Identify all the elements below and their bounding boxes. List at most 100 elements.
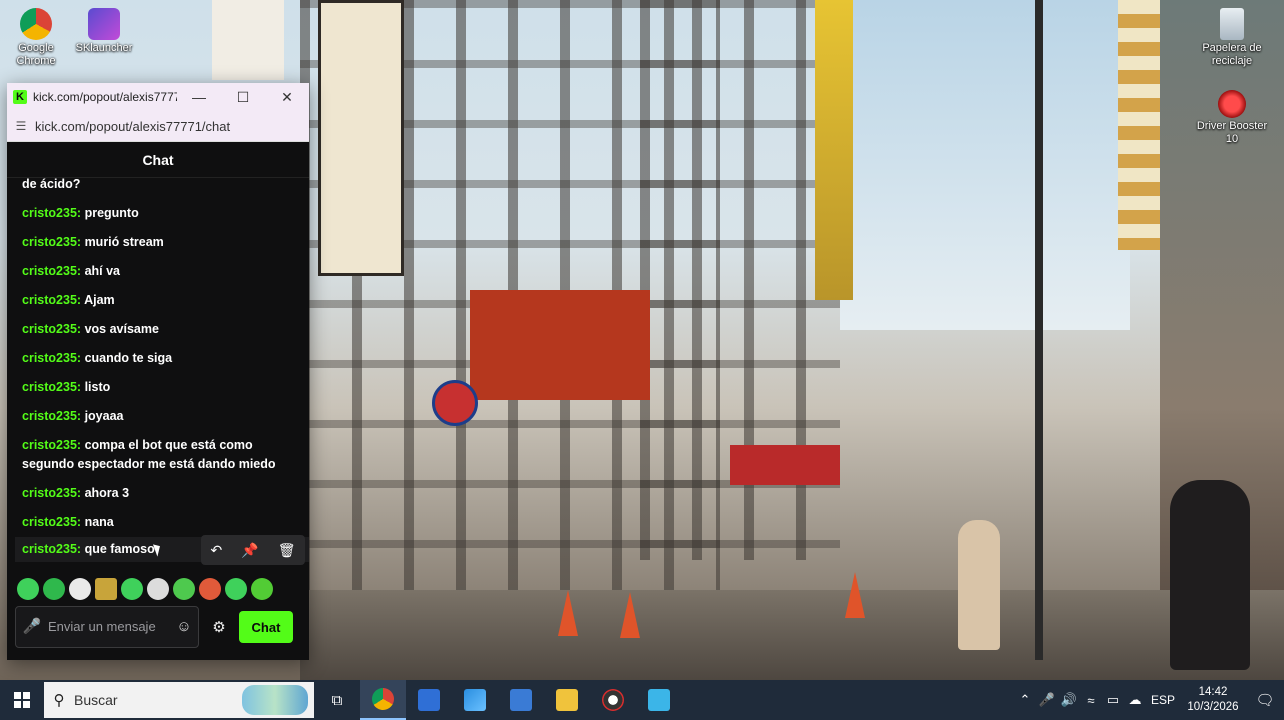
desktop-icon-chrome[interactable]: Google Chrome <box>0 8 72 68</box>
message-text: vos avísame <box>84 322 159 336</box>
message-username[interactable]: cristo235 <box>22 409 77 423</box>
emote-icon[interactable] <box>147 578 169 600</box>
battery-icon[interactable]: ▭ <box>1102 692 1124 708</box>
message-username[interactable]: cristo235 <box>22 351 77 365</box>
gear-icon: ⚙ <box>212 619 226 636</box>
emoji-picker-icon[interactable]: ☺ <box>170 619 198 634</box>
app-icon <box>510 689 532 711</box>
chat-message: cristo235: pregunto <box>22 204 292 223</box>
desktop-icon-label: SKlauncher <box>75 42 133 54</box>
message-text: pregunto <box>84 206 139 220</box>
taskbar-search-box[interactable]: ⚲ Buscar <box>44 682 314 718</box>
message-username[interactable]: cristo235 <box>22 542 77 556</box>
message-username[interactable]: cristo235 <box>22 235 77 249</box>
taskbar-clock[interactable]: 14:42 10/3/2026 <box>1180 685 1246 715</box>
microphone-icon[interactable]: 🎤 <box>1036 692 1058 708</box>
message-separator: : <box>76 409 82 423</box>
send-chat-button[interactable]: Chat <box>239 611 293 643</box>
message-username[interactable]: cristo235 <box>22 293 77 307</box>
wifi-icon[interactable]: ≈ <box>1080 693 1102 708</box>
message-text: Ajam <box>84 293 115 307</box>
recycle-bin-icon <box>1220 8 1244 40</box>
message-username[interactable]: cristo235 <box>22 515 77 529</box>
address-bar[interactable]: ☰ kick.com/popout/alexis77771/chat <box>7 111 309 142</box>
desktop-icon-label: Driver Booster 10 <box>1196 120 1268 145</box>
message-text: cuando te siga <box>84 351 173 365</box>
taskbar-app-chrome[interactable] <box>360 680 406 720</box>
chat-settings-button[interactable]: ⚙ <box>199 618 239 636</box>
taskbar-app-store[interactable] <box>452 680 498 720</box>
search-highlight-image <box>242 685 308 715</box>
wallpaper-traffic-cone <box>845 572 865 618</box>
kick-favicon-icon: K <box>13 90 27 104</box>
message-separator: : <box>76 380 82 394</box>
notifications-icon[interactable]: 🗨 <box>1246 691 1284 709</box>
emote-icon[interactable] <box>199 578 221 600</box>
minimize-button[interactable]: — <box>177 83 221 111</box>
emote-icon[interactable] <box>43 578 65 600</box>
emote-icon[interactable] <box>251 578 273 600</box>
emote-icon[interactable] <box>225 578 247 600</box>
message-text: ahí va <box>84 264 120 278</box>
message-username[interactable]: cristo235 <box>22 322 77 336</box>
wallpaper-awning <box>730 445 840 485</box>
chat-message: cristo235: vos avísame <box>22 320 292 339</box>
message-username[interactable]: cristo235 <box>22 206 77 220</box>
taskbar-app-1[interactable] <box>406 680 452 720</box>
reply-icon[interactable]: ↶ <box>211 542 223 559</box>
cloud-icon[interactable]: ☁ <box>1124 692 1146 708</box>
maximize-button[interactable]: ☐ <box>221 83 265 111</box>
chat-message: cristo235: ahí va <box>22 262 292 281</box>
message-text: que famoso <box>84 542 155 556</box>
pin-icon[interactable]: 📌 <box>241 542 258 559</box>
address-url: kick.com/popout/alexis77771/chat <box>35 118 231 134</box>
chat-input-placeholder: Enviar un mensaje <box>48 619 156 634</box>
message-separator: : <box>76 235 82 249</box>
message-username[interactable]: cristo235 <box>22 264 77 278</box>
taskbar-app-3[interactable] <box>498 680 544 720</box>
chevron-up-icon[interactable]: ⌃ <box>1014 692 1036 708</box>
chat-message: cristo235: joyaaa <box>22 407 292 426</box>
chat-message: cristo235: murió stream <box>22 233 292 252</box>
message-username[interactable]: cristo235 <box>22 486 77 500</box>
close-icon: ✕ <box>281 88 293 105</box>
close-button[interactable]: ✕ <box>265 83 309 111</box>
site-settings-icon[interactable]: ☰ <box>7 119 35 133</box>
driver-booster-icon <box>602 689 624 711</box>
taskbar-app-file-explorer[interactable] <box>544 680 590 720</box>
desktop-icon-sklauncher[interactable]: SKlauncher <box>68 8 140 55</box>
emote-icon[interactable] <box>173 578 195 600</box>
chrome-icon <box>372 688 394 710</box>
taskbar-app-driver-booster[interactable] <box>590 680 636 720</box>
emote-icon[interactable] <box>17 578 39 600</box>
emote-icon[interactable] <box>121 578 143 600</box>
message-username[interactable]: cristo235 <box>22 438 77 452</box>
microphone-icon[interactable]: 🎤 <box>16 619 48 634</box>
start-button[interactable] <box>0 680 44 720</box>
windows-logo-icon <box>14 692 30 708</box>
message-separator: : <box>76 515 82 529</box>
emote-icon[interactable] <box>69 578 91 600</box>
task-view-button[interactable]: ⧉ <box>314 680 360 720</box>
wallpaper-sign-red <box>470 290 650 400</box>
message-text: ahora 3 <box>84 486 130 500</box>
emote-icon[interactable] <box>95 578 117 600</box>
taskbar-app-6[interactable] <box>636 680 682 720</box>
chat-message-input[interactable]: 🎤 Enviar un mensaje ☺ <box>15 606 199 648</box>
window-titlebar[interactable]: K kick.com/popout/alexis7777... — ☐ ✕ <box>7 83 309 111</box>
message-text: murió stream <box>84 235 164 249</box>
language-indicator[interactable]: ESP <box>1146 693 1180 707</box>
volume-icon[interactable]: 🔊 <box>1058 692 1080 708</box>
message-username[interactable]: cristo235 <box>22 380 77 394</box>
delete-icon[interactable]: 🗑 <box>278 542 296 559</box>
desktop-icon-driver-booster[interactable]: Driver Booster 10 <box>1196 90 1268 146</box>
wallpaper-traffic-cone <box>558 590 578 636</box>
chat-title: Chat <box>142 151 174 168</box>
wallpaper-pedestrian <box>958 520 1000 650</box>
window-title: kick.com/popout/alexis7777... <box>33 90 177 104</box>
desktop-icon-recycle-bin[interactable]: Papelera de reciclaje <box>1196 8 1268 68</box>
folder-icon <box>556 689 578 711</box>
chat-messages[interactable]: de ácido? cristo235: pregunto cristo235:… <box>7 177 309 562</box>
desktop-icon-label: Papelera de reciclaje <box>1202 42 1262 67</box>
clock-time: 14:42 <box>1198 686 1228 698</box>
